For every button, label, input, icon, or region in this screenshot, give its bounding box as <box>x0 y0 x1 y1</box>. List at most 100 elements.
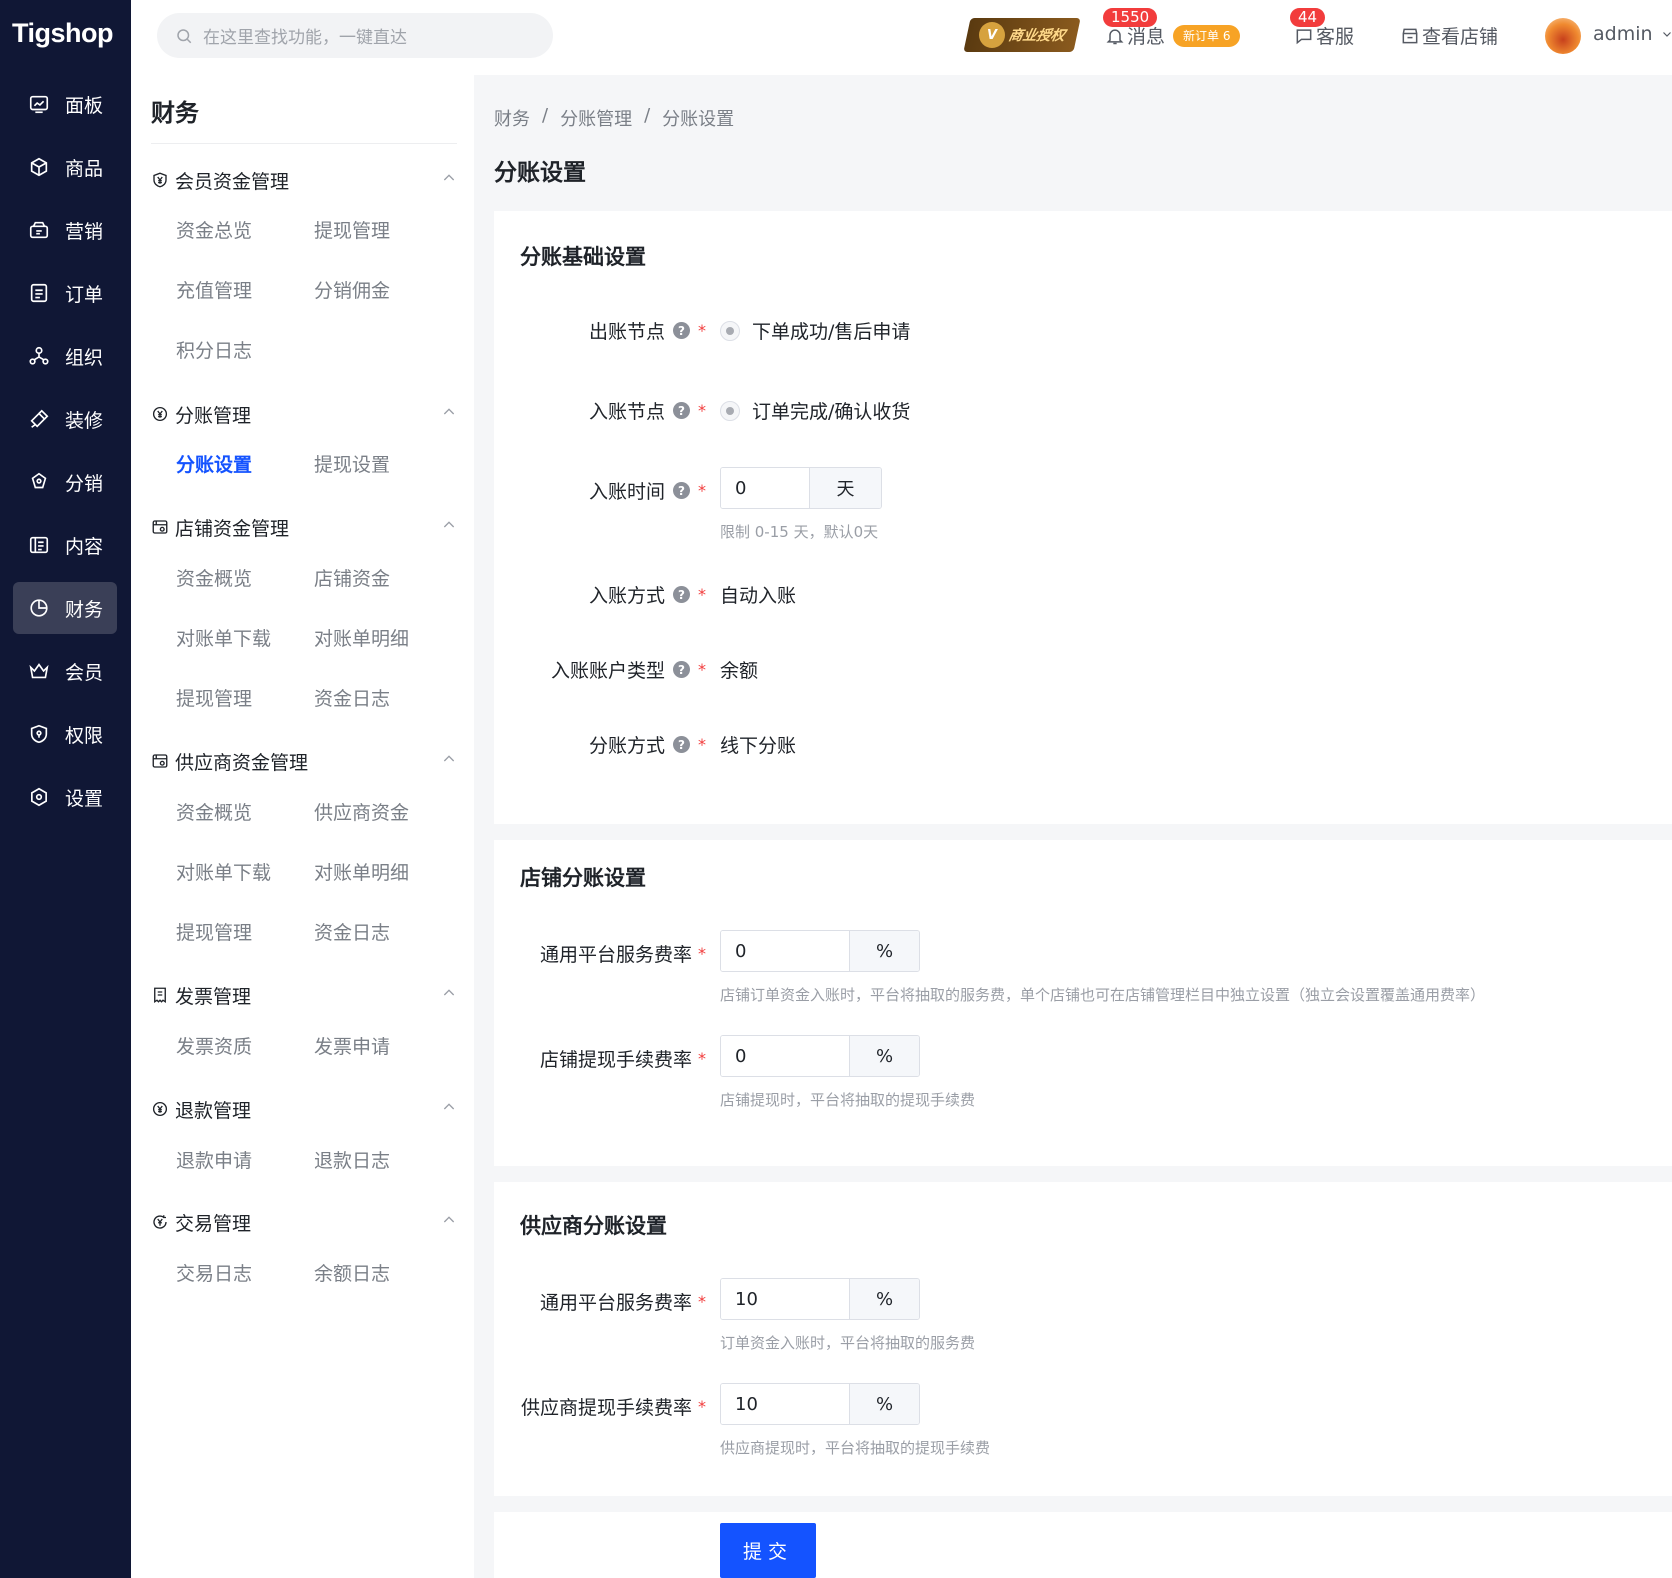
messages-button[interactable]: 1550 消息 新订单 6 <box>1103 8 1241 49</box>
store-service-rate-input[interactable] <box>721 931 849 971</box>
sidebar-link[interactable]: 分销佣金 <box>314 276 390 303</box>
marketing-icon <box>27 218 51 242</box>
sidebar-group-refund[interactable]: 退款管理 <box>151 1089 457 1129</box>
sidebar-link[interactable]: 提现管理 <box>176 918 252 945</box>
sidebar-link[interactable]: 发票申请 <box>314 1032 390 1059</box>
help-icon[interactable]: ? <box>673 586 690 603</box>
chevron-up-icon <box>441 404 457 420</box>
supplier-service-rate-input[interactable] <box>721 1279 849 1319</box>
sidebar-link[interactable]: 提现管理 <box>176 684 252 711</box>
license-icon: V <box>979 22 1005 48</box>
help-icon[interactable]: ? <box>673 322 690 339</box>
sidebar-group-supplier-funds[interactable]: 供应商资金管理 <box>151 741 457 781</box>
sidebar-link[interactable]: 对账单下载 <box>176 624 271 651</box>
sidebar-link[interactable]: 发票资质 <box>176 1032 252 1059</box>
nav-item-goods[interactable]: 商品 <box>13 141 117 193</box>
sidebar-group-transactions[interactable]: 交易管理 <box>151 1202 457 1242</box>
radio-icon[interactable] <box>720 400 740 421</box>
sidebar-link[interactable]: 积分日志 <box>176 336 252 363</box>
new-order-pill[interactable]: 新订单 6 <box>1173 24 1241 47</box>
search-box[interactable]: 在这里查找功能，一键直达 <box>157 13 553 58</box>
label-text: 出账节点 <box>588 321 665 343</box>
finance-sidebar: 财务 会员资金管理 资金总览 提现管理 充值管理 分销佣金 积分日志 分账管理 … <box>131 75 474 1578</box>
nav-item-marketing[interactable]: 营销 <box>13 204 117 256</box>
nav-item-dashboard[interactable]: 面板 <box>13 78 117 130</box>
nav-label: 营销 <box>65 220 104 243</box>
field-label: 入账节点 ? * <box>589 397 706 424</box>
section-title: 店铺分账设置 <box>520 866 646 890</box>
radio-option[interactable]: 下单成功/售后申请 <box>720 317 910 344</box>
submit-button[interactable]: 提交 <box>720 1523 816 1578</box>
sidebar-link-split-settings[interactable]: 分账设置 <box>176 450 252 477</box>
sidebar-link[interactable]: 提现设置 <box>314 450 390 477</box>
logo[interactable]: Tigshop <box>12 18 114 49</box>
supplier-withdraw-rate-input[interactable] <box>721 1384 849 1424</box>
help-icon[interactable]: ? <box>673 482 690 499</box>
in-time-input-group: 天 <box>720 467 882 509</box>
sidebar-link[interactable]: 资金日志 <box>314 684 390 711</box>
chevron-down-icon <box>1661 28 1672 40</box>
sidebar-link[interactable]: 余额日志 <box>314 1259 390 1286</box>
customer-service-button[interactable]: 44 客服 <box>1290 8 1354 49</box>
nav-item-settings[interactable]: 设置 <box>13 771 117 823</box>
sidebar-link[interactable]: 退款申请 <box>176 1146 252 1173</box>
nav-label: 设置 <box>65 787 104 810</box>
radio-option[interactable]: 订单完成/确认收货 <box>720 397 910 424</box>
nav-item-members[interactable]: 会员 <box>13 645 117 697</box>
sidebar-link[interactable]: 资金概览 <box>176 798 252 825</box>
sidebar-link[interactable]: 资金概览 <box>176 564 252 591</box>
store-wallet-icon <box>151 518 169 536</box>
required-mark: * <box>698 481 706 500</box>
user-menu[interactable]: admin <box>1593 23 1672 45</box>
breadcrumb-item[interactable]: 财务 <box>494 105 530 131</box>
help-icon[interactable]: ? <box>673 736 690 753</box>
sidebar-group-split-account[interactable]: 分账管理 <box>151 394 457 434</box>
help-icon[interactable]: ? <box>673 661 690 678</box>
store-withdraw-rate-input[interactable] <box>721 1036 849 1076</box>
sidebar-link[interactable]: 对账单明细 <box>314 858 409 885</box>
sidebar-link[interactable]: 提现管理 <box>314 216 390 243</box>
sidebar-link[interactable]: 对账单下载 <box>176 858 271 885</box>
sidebar-link[interactable]: 交易日志 <box>176 1259 252 1286</box>
sidebar-group-member-funds[interactable]: 会员资金管理 <box>151 160 457 200</box>
percent-append: % <box>849 1384 919 1424</box>
nav-label: 会员 <box>65 661 104 684</box>
nav-item-content[interactable]: 内容 <box>13 519 117 571</box>
nav-item-org[interactable]: 组织 <box>13 330 117 382</box>
radio-icon[interactable] <box>720 320 740 341</box>
radio-label: 下单成功/售后申请 <box>752 321 911 343</box>
sidebar-link[interactable]: 充值管理 <box>176 276 252 303</box>
brush-icon <box>27 407 51 431</box>
group-label: 发票管理 <box>175 985 252 1008</box>
in-time-input[interactable] <box>721 468 809 508</box>
help-icon[interactable]: ? <box>673 402 690 419</box>
avatar[interactable] <box>1545 18 1581 54</box>
search-placeholder: 在这里查找功能，一键直达 <box>203 28 407 48</box>
nav-item-distribution[interactable]: 分销 <box>13 456 117 508</box>
sidebar-link[interactable]: 对账单明细 <box>314 624 409 651</box>
sidebar-link[interactable]: 资金总览 <box>176 216 252 243</box>
required-mark: * <box>698 735 706 754</box>
view-store-button[interactable]: 查看店铺 <box>1400 22 1498 49</box>
nav-label: 订单 <box>65 283 104 306</box>
breadcrumb-item[interactable]: 分账管理 <box>560 105 632 131</box>
field-label: 出账节点 ? * <box>589 317 706 344</box>
sidebar-link[interactable]: 退款日志 <box>314 1146 390 1173</box>
nav-item-orders[interactable]: 订单 <box>13 267 117 319</box>
percent-append: % <box>849 1036 919 1076</box>
group-label: 店铺资金管理 <box>175 517 290 540</box>
main-nav: Tigshop 面板 商品 营销 订单 组织 装修 分销 内容 财务 会员 权限… <box>0 0 131 1578</box>
sidebar-group-invoice[interactable]: 发票管理 <box>151 975 457 1015</box>
nav-item-permissions[interactable]: 权限 <box>13 708 117 760</box>
field-value: 线下分账 <box>720 735 797 757</box>
sidebar-group-store-funds[interactable]: 店铺资金管理 <box>151 507 457 547</box>
sidebar-link[interactable]: 供应商资金 <box>314 798 409 825</box>
nav-item-finance[interactable]: 财务 <box>13 582 117 634</box>
field-hint: 供应商提现时，平台将抽取的提现手续费 <box>720 1439 991 1457</box>
sidebar-link[interactable]: 店铺资金 <box>314 564 390 591</box>
order-icon <box>27 281 51 305</box>
breadcrumb-separator: / <box>542 105 549 126</box>
sidebar-link[interactable]: 资金日志 <box>314 918 390 945</box>
commercial-license-badge[interactable]: V 商业授权 <box>963 18 1081 52</box>
nav-item-decorate[interactable]: 装修 <box>13 393 117 445</box>
